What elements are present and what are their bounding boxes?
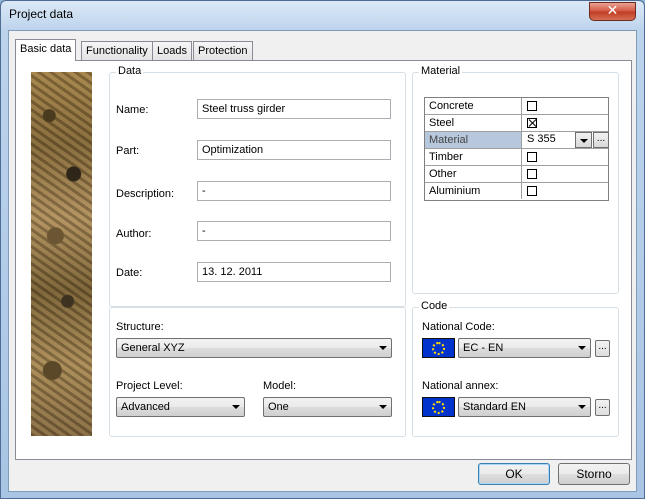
part-label: Part: [116,145,140,157]
chevron-down-icon [232,405,240,409]
material-row-label: Material [425,132,522,148]
code-group-label: Code [419,300,450,312]
chevron-down-icon[interactable] [575,132,592,148]
model-label: Model: [263,380,297,392]
tab-loads[interactable]: Loads [152,41,192,60]
basic-data-panel: Data Name: Steel truss girder Part: Opti… [15,60,632,460]
code-group: Code National Code: EC - EN ... National… [412,300,619,437]
project-data-window: Project data ✕ Basic data Functionality … [0,0,645,499]
chevron-down-icon [578,346,586,350]
model-dropdown[interactable]: One [263,397,392,417]
national-code-label: National Code: [422,321,495,333]
material-row-timber: Timber [425,149,608,166]
date-label: Date: [116,267,143,279]
concrete-checkbox[interactable] [527,101,537,111]
model-dropdown-value: One [268,401,289,413]
cancel-button[interactable]: Storno [558,463,630,485]
material-row-grade: Material S 355 ... [425,132,609,149]
material-row-label: Concrete [425,98,522,114]
eu-flag-icon [422,397,455,417]
national-code-dropdown[interactable]: EC - EN [458,338,591,358]
material-row-other: Other [425,166,608,183]
ok-button[interactable]: OK [478,463,550,485]
date-field[interactable]: 13. 12. 2011 [197,262,391,282]
national-annex-label: National annex: [422,380,499,392]
project-level-dropdown-value: Advanced [121,401,170,413]
tab-protection[interactable]: Protection [193,41,253,60]
description-label: Description: [116,188,175,200]
structure-dropdown-value: General XYZ [121,342,185,354]
material-group-label: Material [419,65,463,77]
material-row-concrete: Concrete [425,98,608,115]
material-group: Material Concrete Steel Material S 355 .… [412,65,619,294]
author-label: Author: [116,228,152,240]
title-bar[interactable]: Project data ✕ [1,1,644,29]
timber-checkbox[interactable] [527,152,537,162]
name-field[interactable]: Steel truss girder [197,99,391,119]
national-annex-browse-button[interactable]: ... [595,399,610,416]
material-row-label: Steel [425,115,522,131]
material-browse-button[interactable]: ... [593,132,609,148]
author-field[interactable]: - [197,221,391,241]
national-annex-dropdown-value: Standard EN [463,401,526,413]
material-row-aluminium: Aluminium [425,183,608,200]
structure-dropdown[interactable]: General XYZ [116,338,392,358]
tab-basic-data[interactable]: Basic data [15,39,77,61]
other-checkbox[interactable] [527,169,537,179]
chevron-down-icon [379,346,387,350]
data-group: Data Name: Steel truss girder Part: Opti… [109,65,406,307]
material-row-label: Timber [425,149,522,165]
name-label: Name: [116,104,149,116]
national-code-browse-button[interactable]: ... [595,340,610,357]
decorative-side-image [31,72,92,436]
dialog-body: Basic data Functionality Loads Protectio… [8,30,637,492]
aluminium-checkbox[interactable] [527,186,537,196]
data-group-label: Data [116,65,144,77]
chevron-down-icon [578,405,586,409]
material-row-label: Other [425,166,522,182]
material-row-label: Aluminium [425,183,522,199]
steel-checkbox[interactable] [527,118,537,128]
national-code-dropdown-value: EC - EN [463,342,504,354]
national-annex-dropdown[interactable]: Standard EN [458,397,591,417]
structure-group: Structure: General XYZ Project Level: Ad… [109,307,406,437]
project-level-label: Project Level: [116,380,183,392]
window-title: Project data [9,7,74,21]
description-field[interactable]: - [197,181,391,201]
chevron-down-icon [379,405,387,409]
structure-label: Structure: [116,321,164,333]
tab-functionality[interactable]: Functionality [81,41,153,60]
part-field[interactable]: Optimization [197,140,391,160]
close-button[interactable]: ✕ [589,2,636,21]
material-grid: Concrete Steel Material S 355 ... Timber… [424,97,609,201]
material-row-steel: Steel [425,115,608,132]
project-level-dropdown[interactable]: Advanced [116,397,245,417]
eu-flag-icon [422,338,455,358]
